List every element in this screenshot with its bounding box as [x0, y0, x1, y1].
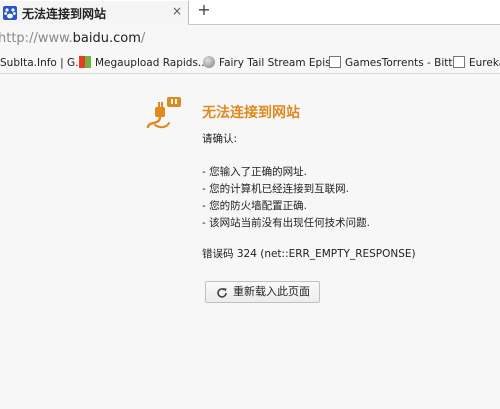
document-icon	[453, 56, 465, 68]
bookmark-fairy-tail[interactable]: Fairy Tail Stream Epis...	[203, 56, 341, 70]
reload-button[interactable]: 重新载入此页面	[205, 281, 320, 303]
bookmark-label: Megaupload Rapids...	[95, 57, 208, 69]
checklist-item: - 您输入了正确的网址.	[202, 166, 307, 178]
reload-label: 重新载入此页面	[233, 285, 310, 298]
windows-icon	[79, 56, 91, 68]
bookmark-label: SubIta.Info | G...	[0, 57, 86, 69]
new-tab-button[interactable]: +	[196, 1, 212, 19]
checklist-item: - 该网站当前没有出现任何技术问题.	[202, 217, 370, 229]
bookmark-label: Fairy Tail Stream Epis...	[219, 57, 341, 69]
address-bar[interactable]: http://www.baidu.com/	[0, 25, 500, 53]
error-body: 请确认: - 您输入了正确的网址. - 您的计算机已经连接到互联网. - 您的防…	[202, 131, 492, 263]
error-code: 错误码 324 (net::ERR_EMPTY_RESPONSE)	[202, 248, 416, 260]
globe-icon	[203, 56, 215, 68]
baidu-paw-icon	[3, 6, 17, 20]
bookmark-megaupload[interactable]: Megaupload Rapids...	[79, 56, 208, 70]
url-scheme: http://www.	[0, 31, 73, 46]
tab-strip: 无法连接到网站 × +	[0, 0, 500, 25]
close-icon[interactable]: ×	[170, 4, 184, 18]
url-host: baidu.com	[72, 31, 141, 46]
error-title: 无法连接到网站	[202, 105, 300, 121]
reload-icon	[216, 286, 228, 298]
checklist-item: - 您的计算机已经连接到互联网.	[202, 183, 349, 195]
document-icon	[329, 56, 341, 68]
bookmark-gamestorrents[interactable]: GamesTorrents - Bitt...	[329, 56, 463, 70]
bookmark-label: GamesTorrents - Bitt...	[345, 57, 463, 69]
url-path: /	[140, 31, 146, 46]
tab-title: 无法连接到网站	[22, 7, 107, 21]
bookmark-label: Eureka	[469, 57, 500, 69]
disconnected-plug-icon	[145, 95, 185, 131]
bookmarks-bar: SubIta.Info | G... Megaupload Rapids... …	[0, 53, 500, 74]
tab-active[interactable]: 无法连接到网站 ×	[0, 1, 189, 25]
checklist: - 您输入了正确的网址. - 您的计算机已经连接到互联网. - 您的防火墙配置正…	[202, 164, 492, 232]
bookmark-eureka[interactable]: Eureka	[453, 56, 500, 70]
bookmark-subita[interactable]: SubIta.Info | G...	[0, 56, 85, 70]
checklist-item: - 您的防火墙配置正确.	[202, 200, 307, 212]
confirm-heading: 请确认:	[202, 133, 238, 145]
url-text[interactable]: http://www.baidu.com/	[0, 31, 145, 46]
